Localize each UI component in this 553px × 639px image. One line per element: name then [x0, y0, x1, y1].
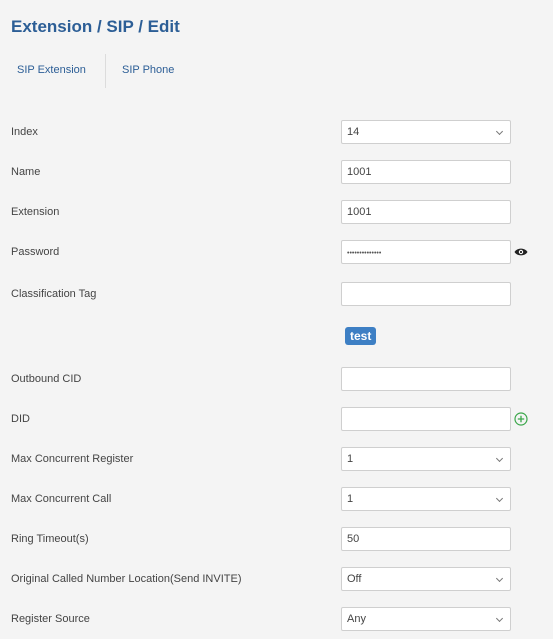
outbound-cid-label: Outbound CID [11, 373, 82, 385]
tab-sip-phone[interactable]: SIP Phone [122, 52, 174, 90]
max-concurrent-register-row: Max Concurrent Register 1 [0, 447, 553, 475]
extension-input[interactable]: 1001 [341, 200, 511, 224]
index-label: Index [11, 126, 38, 138]
extension-label: Extension [11, 206, 60, 218]
extension-edit-page: Extension / SIP / Edit SIP Extension SIP… [0, 0, 553, 639]
chevron-down-icon [495, 494, 504, 503]
original-called-number-location-value: Off [347, 573, 362, 585]
max-concurrent-call-row: Max Concurrent Call 1 [0, 487, 553, 515]
did-input[interactable] [341, 407, 511, 431]
name-row: Name 1001 [0, 160, 553, 188]
password-input[interactable]: •••••••••••••• [341, 240, 511, 264]
ring-timeout-input[interactable]: 50 [341, 527, 511, 551]
classification-tag-input[interactable] [341, 282, 511, 306]
chevron-down-icon [495, 127, 504, 136]
index-row: Index 14 [0, 120, 553, 148]
max-concurrent-call-label: Max Concurrent Call [11, 493, 112, 505]
ring-timeout-value: 50 [347, 533, 360, 545]
chevron-down-icon [495, 614, 504, 623]
max-concurrent-register-select[interactable]: 1 [341, 447, 511, 471]
original-called-number-location-row: Original Called Number Location(Send INV… [0, 567, 553, 595]
did-label: DID [11, 413, 30, 425]
password-row: Password •••••••••••••• [0, 240, 553, 268]
extension-value: 1001 [347, 206, 372, 218]
did-row: DID [0, 407, 553, 435]
page-title: Extension / SIP / Edit [11, 17, 180, 36]
tab-divider [105, 54, 106, 88]
ring-timeout-row: Ring Timeout(s) 50 [0, 527, 553, 555]
eye-icon[interactable] [514, 247, 528, 257]
classification-tag-label: Classification Tag [11, 288, 97, 300]
register-source-label: Register Source [11, 613, 90, 625]
tab-sip-extension[interactable]: SIP Extension [17, 52, 86, 90]
register-source-row: Register Source Any [0, 607, 553, 635]
tab-bar: SIP Extension SIP Phone [0, 52, 553, 92]
plus-circle-icon[interactable] [514, 412, 528, 426]
max-concurrent-register-label: Max Concurrent Register [11, 453, 134, 465]
extension-row: Extension 1001 [0, 200, 553, 228]
original-called-number-location-select[interactable]: Off [341, 567, 511, 591]
max-concurrent-register-value: 1 [347, 453, 354, 465]
index-value: 14 [347, 126, 360, 138]
outbound-cid-row: Outbound CID [0, 367, 553, 395]
classification-tag-row: Classification Tag [0, 282, 553, 310]
name-input[interactable]: 1001 [341, 160, 511, 184]
name-value: 1001 [347, 166, 372, 178]
outbound-cid-input[interactable] [341, 367, 511, 391]
original-called-number-location-label: Original Called Number Location(Send INV… [11, 573, 242, 585]
name-label: Name [11, 166, 41, 178]
chevron-down-icon [495, 574, 504, 583]
max-concurrent-call-select[interactable]: 1 [341, 487, 511, 511]
tag-badge-test[interactable]: test [345, 327, 377, 345]
index-select[interactable]: 14 [341, 120, 511, 144]
register-source-value: Any [347, 613, 366, 625]
password-label: Password [11, 246, 60, 258]
max-concurrent-call-value: 1 [347, 493, 354, 505]
ring-timeout-label: Ring Timeout(s) [11, 533, 89, 545]
password-value: •••••••••••••• [347, 250, 382, 257]
chevron-down-icon [495, 454, 504, 463]
register-source-select[interactable]: Any [341, 607, 511, 631]
